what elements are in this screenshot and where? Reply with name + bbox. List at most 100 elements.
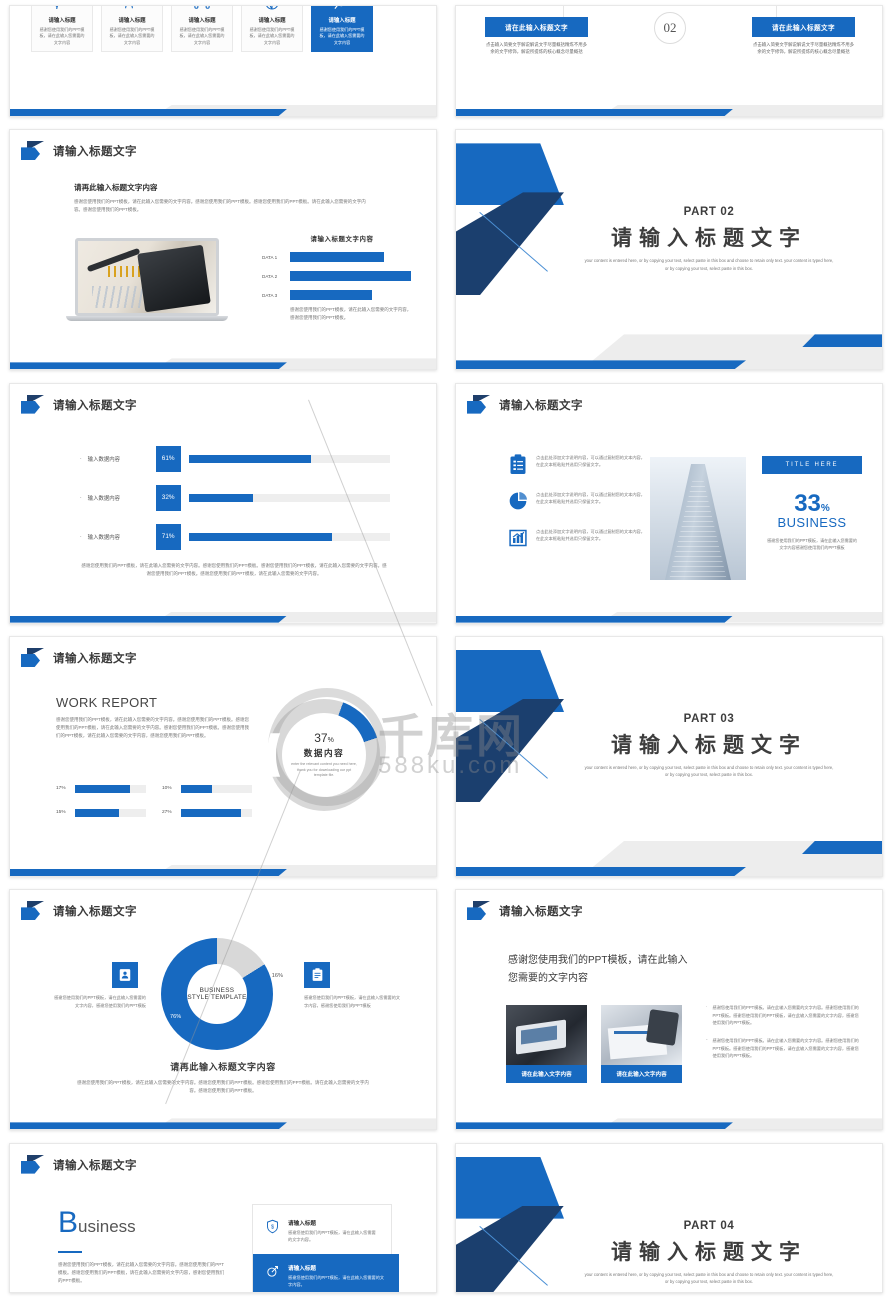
icon-card[interactable]: 请输入标题 感谢您使用我们的PPT模板，请在此输入您需要的文字内容 bbox=[171, 6, 233, 52]
diagram-right-button[interactable]: 请在此输入标题文字 bbox=[752, 17, 855, 37]
slide-footer-bar bbox=[456, 1118, 882, 1130]
thanks-photo-2-button[interactable]: 请在此输入文字内容 bbox=[601, 1065, 682, 1084]
slide-part03[interactable]: PART 03 请输入标题文字 your content is entered … bbox=[455, 635, 883, 877]
slide-title: 请输入标题文字 bbox=[499, 399, 583, 412]
slide-percent-bars[interactable]: 请输入标题文字 · 输入数据内容 61% · 输入数据内容 32% · 输入数据… bbox=[9, 382, 437, 624]
hand-gear-icon bbox=[53, 6, 71, 12]
title-arrow-icon bbox=[21, 141, 47, 161]
list-item: - 感谢您使用我们的PPT模板。请在此输入您需要的文字内容。感谢您使用我们的PP… bbox=[706, 1037, 861, 1060]
slide-title: 请输入标题文字 bbox=[53, 652, 137, 665]
bar-growth-icon bbox=[508, 528, 528, 550]
icon-card[interactable]: 请输入标题 感谢您使用我们的PPT模板，请在此输入您需要的文字内容 bbox=[241, 6, 303, 52]
slide-header: 请输入标题文字 bbox=[21, 394, 137, 415]
diagram-left-button[interactable]: 请在此输入标题文字 bbox=[485, 17, 588, 37]
icon-card-title: 请输入标题 bbox=[328, 18, 356, 24]
slide-part04[interactable]: PART 04 请输入标题文字 your content is entered … bbox=[455, 1142, 883, 1293]
icon-card[interactable]: 请输入标题 感谢您使用我们的PPT模板，请在此输入您需要的文字内容 bbox=[31, 6, 93, 52]
stat-value: 33 bbox=[794, 489, 821, 517]
chart-row-label: DATA 1 bbox=[262, 254, 278, 260]
slide-business[interactable]: 请输入标题文字 Business 感谢您使用我们的PPT模板，请在此输入您需要的… bbox=[9, 1142, 437, 1293]
donut-slice-label-16: 16% bbox=[271, 973, 283, 980]
slide-cell-business: 请输入标题文字 Business 感谢您使用我们的PPT模板，请在此输入您需要的… bbox=[0, 1138, 446, 1300]
donut-value: 37% bbox=[314, 730, 334, 745]
status-badge: TITLE HERE bbox=[762, 455, 862, 474]
list-item-text: 感谢您使用我们的PPT模板。请在此输入您需要的文字内容。感谢您使用我们的PPT模… bbox=[712, 1005, 859, 1026]
icon-card[interactable]: 请输入标题 感谢您使用我们的PPT模板，请在此输入您需要的文字内容 bbox=[101, 6, 163, 52]
business-card-panel: $ 请输入标题 感谢您使用我们的PPT模板，请在此输入您需要的文字内容。 请输入… bbox=[252, 1203, 399, 1292]
thanks-photo-2[interactable]: 请在此输入文字内容 bbox=[601, 1005, 682, 1084]
icon-card-title: 请输入标题 bbox=[118, 18, 146, 24]
chart-row-label: DATA 3 bbox=[262, 292, 278, 298]
icon-card-active[interactable]: 请输入标题 感谢您使用我们的PPT模板，请在此输入您需要的文字内容 bbox=[311, 6, 373, 52]
ppt-template-preview: 请输入标题 感谢您使用我们的PPT模板，请在此输入您需要的文字内容 请输入标题 … bbox=[0, 0, 892, 1300]
laptop-paragraph: 感谢您使用我们的PPT模板，请在此输入您需要的文字内容。感谢您使用我们的PPT模… bbox=[74, 199, 366, 213]
feature-text: 点击此处添加文字说明内容，可以通过复制您的文本内容，在此文本框粘贴并选用只保留文… bbox=[536, 528, 645, 542]
clipboard-icon bbox=[304, 962, 330, 989]
headset-icon bbox=[193, 6, 211, 12]
chart-row-bar bbox=[290, 271, 411, 282]
slide-laptop[interactable]: 请输入标题文字 请再此输入标题文字内容 感谢您使用我们的PPT模板，请在此输入您… bbox=[9, 129, 437, 371]
cover-title: 请输入标题文字 bbox=[611, 1240, 807, 1264]
title-arrow-icon bbox=[467, 394, 493, 415]
business-card[interactable]: $ 请输入标题 感谢您使用我们的PPT模板，请在此输入您需要的文字内容。 bbox=[253, 1205, 391, 1244]
donut-center-line1: BUSINESS bbox=[199, 987, 235, 995]
cover-title: 请输入标题文字 bbox=[611, 733, 807, 757]
slide-cell-part04: PART 04 请输入标题文字 your content is entered … bbox=[446, 1138, 892, 1300]
business-paragraph: 感谢您使用我们的PPT模板，请在此输入您需要的文字内容。感谢您使用我们的PPT模… bbox=[58, 1261, 225, 1283]
list-item: · 感谢您使用我们的PPT模板。请在此输入您需要的文字内容。感谢您使用我们的PP… bbox=[706, 1004, 861, 1027]
id-badge-icon bbox=[112, 962, 138, 989]
chart-row: 10% bbox=[162, 784, 252, 793]
slide-footer-bar bbox=[10, 358, 436, 370]
slide-title: 请输入标题文字 bbox=[53, 399, 137, 412]
percent-bar-chart: · 输入数据内容 61% · 输入数据内容 32% · 输入数据内容 71% bbox=[80, 445, 390, 550]
building-stat-block: TITLE HERE 33% BUSINESS 感谢您使用我们的PPT模板，请在… bbox=[756, 455, 868, 552]
target-arrow-icon bbox=[265, 1264, 280, 1279]
donut-left-block: 感谢您使用我们的PPT模板，请在此输入您需要的文字内容，感谢您使用我们的PPT模… bbox=[50, 962, 146, 1009]
slide-cell-work-report: 请输入标题文字 WORK REPORT 感谢您使用我们的PPT模板，请在此输入您… bbox=[0, 631, 446, 884]
slide-icon-cards[interactable]: 请输入标题 感谢您使用我们的PPT模板，请在此输入您需要的文字内容 请输入标题 … bbox=[9, 5, 437, 117]
icon-card-title: 请输入标题 bbox=[188, 18, 216, 24]
business-card-active[interactable]: 请输入标题 感谢您使用我们的PPT模板，请在此输入您需要的文字内容。 bbox=[253, 1253, 399, 1292]
slide-title: 请输入标题文字 bbox=[53, 146, 137, 159]
svg-text:$: $ bbox=[271, 1224, 275, 1230]
chart-row: 15% bbox=[56, 808, 146, 817]
slide-work-report[interactable]: 请输入标题文字 WORK REPORT 感谢您使用我们的PPT模板，请在此输入您… bbox=[9, 635, 437, 877]
chart-row-label: 10% bbox=[162, 786, 172, 792]
search-icon bbox=[333, 6, 351, 12]
slide-donut-business[interactable]: 请输入标题文字 感谢您使用我们的PPT模板，请在此输入您需要的文字内容，感谢您使… bbox=[9, 889, 437, 1131]
thanks-headline-2: 您需要的文字内容 bbox=[508, 972, 588, 984]
chart-row-label: 27% bbox=[162, 810, 172, 816]
slide-grid: 请输入标题 感谢您使用我们的PPT模板，请在此输入您需要的文字内容 请输入标题 … bbox=[0, 0, 892, 1300]
slide-number-diagram[interactable]: 02 请在此输入标题文字 点击输入简要文字解说解说文字尽量概括精炼不用多余的文字… bbox=[455, 5, 883, 117]
chart-row-value: 71% bbox=[155, 523, 181, 550]
slide-cell-donut-business: 请输入标题文字 感谢您使用我们的PPT模板，请在此输入您需要的文字内容，感谢您使… bbox=[0, 884, 446, 1137]
work-report-donut-chart: 37% 数据内容 enter the relevant content you … bbox=[268, 698, 380, 811]
list-item-text: 感谢您使用我们的PPT模板。请在此输入您需要的文字内容。感谢您使用我们的PPT模… bbox=[712, 1038, 859, 1059]
donut-right-block: 感谢您使用我们的PPT模板，请在此输入您需要的文字内容，感谢您使用我们的PPT模… bbox=[304, 962, 404, 1009]
cover-en-text: your content is entered here, or by copy… bbox=[584, 764, 834, 778]
cover-part-number: PART 03 bbox=[683, 712, 735, 725]
laptop-bar-chart: 请输入标题文字内容 DATA 1 DATA 2 DATA 3 感谢您使用我们的P… bbox=[262, 234, 422, 322]
donut-note: 感谢您使用我们的PPT模板，请在此输入您需要的文字内容。感谢您使用我们的PPT模… bbox=[77, 1080, 369, 1094]
diagram-left-block: 请在此输入标题文字 点击输入简要文字解说解说文字尽量概括精炼不用多余的文字修饰，… bbox=[485, 17, 588, 56]
slide-building[interactable]: 请输入标题文字 点击此处添加文字说明内容，可以通过复制您的文本内容，在此文本框粘… bbox=[455, 382, 883, 624]
slide-cell-number-diagram: 02 请在此输入标题文字 点击输入简要文字解说解说文字尽量概括精炼不用多余的文字… bbox=[446, 0, 892, 124]
work-report-heading: WORK REPORT bbox=[56, 694, 158, 710]
thanks-photo-1[interactable]: 请在此输入文字内容 bbox=[506, 1005, 587, 1084]
title-arrow-icon bbox=[21, 647, 47, 668]
icon-card-desc: 感谢您使用我们的PPT模板，请在此输入您需要的文字内容 bbox=[249, 27, 295, 45]
slide-part02[interactable]: PART 02 请输入标题文字 your content is entered … bbox=[455, 129, 883, 371]
diagram-right-block: 请在此输入标题文字 点击输入简要文字解说解说文字尽量概括精炼不用多余的文字修饰，… bbox=[752, 17, 855, 56]
icon-card-title: 请输入标题 bbox=[48, 18, 76, 24]
donut-left-text: 感谢您使用我们的PPT模板，请在此输入您需要的文字内容，感谢您使用我们的PPT模… bbox=[54, 995, 146, 1008]
thanks-photo-1-button[interactable]: 请在此输入文字内容 bbox=[506, 1065, 587, 1084]
chart-row-value: 32% bbox=[155, 484, 181, 511]
chart-row-label: 输入数据内容 bbox=[87, 534, 121, 541]
chart-title: 请输入标题文字内容 bbox=[310, 236, 374, 244]
donut-right-text: 感谢您使用我们的PPT模板，请在此输入您需要的文字内容，感谢您使用我们的PPT模… bbox=[304, 995, 401, 1008]
cover-blue-footer bbox=[456, 866, 746, 876]
title-arrow-icon bbox=[21, 394, 47, 415]
slide-footer-bar bbox=[456, 611, 882, 623]
donut-center-line2: STYLE TEMPLATE bbox=[187, 994, 247, 1002]
slide-thanks[interactable]: 请输入标题文字 感谢您使用我们的PPT模板，请在此输入 您需要的文字内容 请在此… bbox=[455, 889, 883, 1131]
